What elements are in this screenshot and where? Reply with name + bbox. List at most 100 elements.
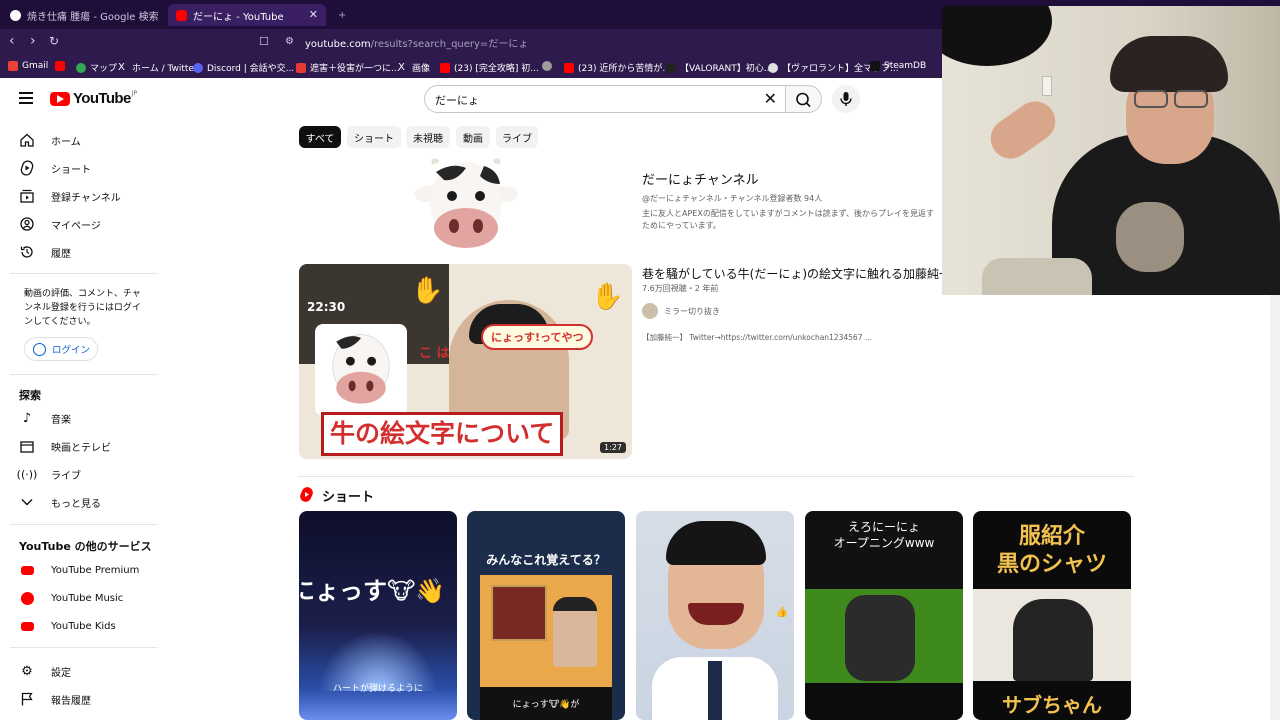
sidebar-item-history[interactable]: 履歴 (0, 238, 155, 266)
bookmark-item[interactable] (542, 61, 556, 71)
short-overlay-text: みんなこれ覚えてる？ (486, 553, 606, 567)
wall-switch (1042, 76, 1052, 96)
cow-panel (315, 324, 407, 416)
waving-hand-icon: ✋ (411, 276, 444, 306)
chevron-down-icon (19, 494, 35, 510)
tab-title: 焼き仕痛 腫瘍 - Google 検索 (27, 11, 159, 23)
sidebar-item-report-history[interactable]: 報告履歴 (0, 685, 155, 713)
sidebar-item-subscriptions[interactable]: 登録チャンネル (0, 182, 155, 210)
sidebar-item-label: ライブ (51, 470, 81, 482)
bookmark-youtube[interactable] (55, 61, 69, 71)
search-icon (796, 92, 811, 108)
address-bar[interactable]: youtube.com/results?search_query=だーにょ (305, 35, 528, 50)
sidebar-divider (10, 374, 157, 375)
chip-videos[interactable]: 動画 (456, 126, 490, 148)
logo-region: JP (131, 90, 138, 97)
hamburger-menu-icon[interactable] (19, 92, 33, 104)
chip-shorts[interactable]: ショート (347, 126, 401, 148)
sidebar-item-youtube-premium[interactable]: YouTube Premium (0, 556, 155, 584)
chip-live[interactable]: ライブ (496, 126, 538, 148)
short-overlay-text: 服紹介 黒のシャツ (996, 524, 1107, 577)
stream-time: 22:30 (307, 300, 346, 314)
chip-all[interactable]: すべて (299, 126, 341, 148)
sidebar-item-label: ホーム (51, 136, 81, 148)
gmail-icon (8, 61, 18, 71)
bookmark-item[interactable]: (23) [完全攻略] 初... (440, 61, 539, 74)
site-info-icon[interactable]: ⚙ (285, 36, 294, 47)
chip-unwatched[interactable]: 未視聴 (406, 126, 450, 148)
sidebar-item-live[interactable]: ((·)) ライブ (0, 460, 155, 488)
bookmark-images[interactable]: X 画像 (398, 61, 430, 74)
sidebar-item-movies[interactable]: 映画とテレビ (0, 432, 155, 460)
close-tab-icon[interactable]: ✕ (309, 8, 318, 21)
maps-icon (76, 62, 86, 73)
youtube-play-icon (50, 91, 70, 106)
bookmark-item[interactable]: 遮害＋役害が一つに... (296, 61, 400, 74)
globe-icon (542, 61, 552, 71)
chair-figure (845, 595, 915, 681)
short-card[interactable]: 服紹介 黒のシャツ サブちゃん (973, 511, 1131, 720)
sidebar-item-label: 音楽 (51, 414, 71, 426)
bookmark-steamdb[interactable]: SteamDB (870, 61, 926, 71)
bookmark-item[interactable]: 【VALORANT】初心... (666, 61, 772, 74)
short-overlay-text: えろにーにょ オープニングwww (833, 520, 935, 550)
short-card[interactable]: みんなこれ覚えてる？ にょっす🐮👋が (467, 511, 625, 720)
sidebar-item-label: 報告履歴 (51, 695, 91, 707)
sidebar-item-settings[interactable]: ⚙ 設定 (0, 657, 155, 685)
bookmark-twitter[interactable]: X ホーム / Twitter (118, 61, 198, 74)
clear-search-icon[interactable]: ✕ (764, 89, 777, 108)
short-card[interactable]: にょっす🐮👋 ハートが弾けるように (299, 511, 457, 720)
bookmark-icon[interactable]: ☐ (259, 35, 269, 48)
channel-avatar[interactable] (414, 158, 518, 254)
search-button[interactable] (785, 85, 822, 113)
short-card[interactable]: 👍 (636, 511, 794, 720)
voice-search-button[interactable] (832, 85, 860, 113)
history-icon (19, 244, 35, 260)
back-icon[interactable]: ‹ (9, 33, 15, 49)
x-icon: X (118, 61, 125, 73)
youtube-premium-icon (19, 562, 35, 578)
browser-tab-youtube[interactable]: だーにょ - YouTube ✕ (168, 4, 326, 26)
bookmark-maps[interactable]: マップ (76, 61, 117, 74)
sidebar-item-label: YouTube Music (51, 592, 124, 604)
sidebar-item-music[interactable]: ♪ 音楽 (0, 404, 155, 432)
thumbnail-red-text: こ は (419, 346, 450, 361)
movies-icon (19, 438, 35, 454)
video-title[interactable]: 巷を騒がしている牛(だーにょ)の絵文字に触れる加藤純一 (642, 265, 942, 282)
shorts-icon (19, 160, 35, 176)
sidebar-item-home[interactable]: ホーム (0, 126, 155, 154)
short-subtitle: サブちゃん (1002, 693, 1102, 717)
new-tab-button[interactable]: + (330, 4, 350, 26)
short-subtitle: ハートが弾けるように (332, 684, 423, 694)
bookmark-discord[interactable]: Discord | 会話や交... (193, 61, 294, 74)
short-card[interactable]: えろにーにょ オープニングwww (805, 511, 963, 720)
like-icon[interactable]: 👍 (776, 607, 788, 618)
video-description: 【加藤純一】 Twitter→https://twitter.com/unkoc… (642, 333, 873, 342)
browser-tab-google[interactable]: 焼き仕痛 腫瘍 - Google 検索 (2, 4, 164, 26)
bookmark-gmail[interactable]: Gmail (8, 61, 48, 71)
channel-description: 主に友人とAPEXの配信をしていますがコメントは読まず、後からプレイを見返すため… (642, 209, 935, 230)
bookmark-item[interactable]: (23) 近所から苦情が... (564, 61, 671, 74)
search-input[interactable]: だーにょ ✕ (424, 85, 786, 113)
x-icon: X (398, 61, 405, 73)
page-scrollbar[interactable] (1270, 295, 1280, 720)
forward-icon[interactable]: › (30, 33, 36, 49)
video-channel-link[interactable]: ミラー切り抜き (642, 303, 720, 319)
sidebar-item-show-more[interactable]: もっと見る (0, 488, 155, 516)
reload-icon[interactable]: ↻ (49, 34, 59, 48)
subscriptions-icon (19, 188, 35, 204)
channel-name[interactable]: だーにょチャンネル (642, 169, 759, 188)
sidebar-item-youtube-kids[interactable]: YouTube Kids (0, 612, 155, 640)
sidebar-item-my-page[interactable]: マイページ (0, 210, 155, 238)
laughing-person-hair (666, 521, 766, 565)
youtube-favicon-icon (176, 9, 187, 21)
login-button[interactable]: ログイン (24, 337, 98, 361)
home-icon (19, 132, 35, 148)
youtube-logo[interactable]: YouTube JP (50, 90, 137, 107)
video-thumbnail[interactable]: 22:30 こ は にょっす!ってやつ ✋ ✋ 牛の絵文字について 1:27 (299, 264, 632, 459)
flag-icon (19, 691, 35, 707)
sidebar-item-youtube-music[interactable]: YouTube Music (0, 584, 155, 612)
sidebar-item-shorts[interactable]: ショート (0, 154, 155, 182)
sidebar-item-label: マイページ (51, 220, 101, 232)
cow-face-icon (414, 158, 518, 248)
